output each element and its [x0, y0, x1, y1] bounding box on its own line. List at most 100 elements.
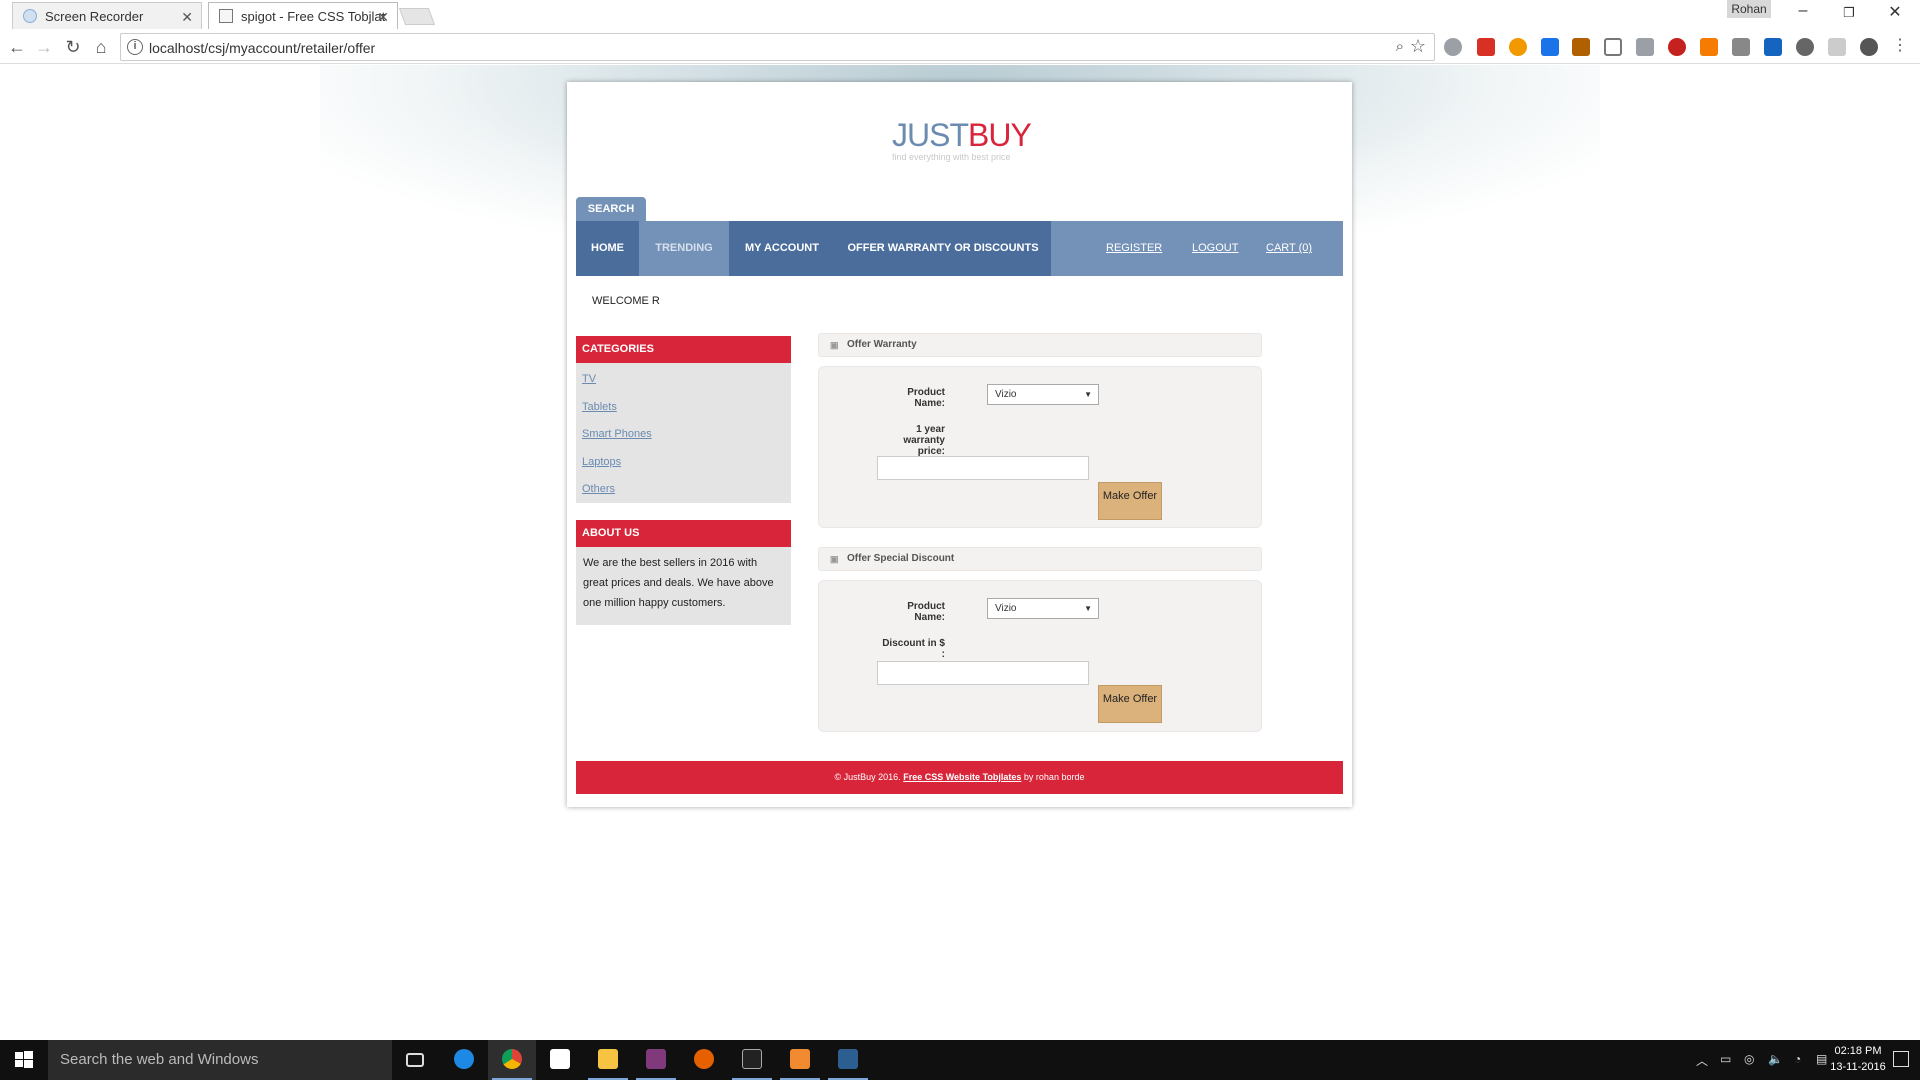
warranty-make-offer-button[interactable]: Make Offer	[1098, 482, 1162, 520]
menu-dots-icon[interactable]: ⋮	[1892, 38, 1908, 56]
cast-icon[interactable]	[1604, 38, 1622, 56]
windows-logo-icon	[15, 1051, 33, 1068]
category-tablets[interactable]: Tablets	[582, 394, 791, 422]
offer-warranty-panel: Product Name: Vizio ▼ 1 year warranty pr…	[818, 366, 1262, 528]
terminal-icon[interactable]	[728, 1040, 776, 1080]
restore-icon[interactable]: ❐	[1834, 5, 1864, 27]
category-smart-phones[interactable]: Smart Phones	[582, 421, 791, 449]
help-extension-icon[interactable]	[1860, 38, 1878, 56]
recorder-icon	[23, 9, 37, 23]
page-icon	[219, 9, 233, 23]
close-window-icon[interactable]: ✕	[1880, 2, 1910, 24]
rss-extension-icon[interactable]	[1700, 38, 1718, 56]
tab-title: spigot - Free CSS Tobjlat	[241, 8, 386, 24]
address-bar[interactable]: i localhost/csj/myaccount/retailer/offer…	[120, 33, 1435, 61]
bg-extension-icon[interactable]	[1572, 38, 1590, 56]
site-footer: © JustBuy 2016. Free CSS Website Tobjlat…	[576, 761, 1343, 794]
zoom-icon[interactable]: ⌕	[1396, 38, 1404, 55]
chrome-icon[interactable]	[488, 1040, 536, 1080]
search-tab[interactable]: SEARCH	[576, 197, 646, 221]
offer-warranty-title: Offer Warranty	[847, 339, 917, 350]
camera-extension-icon[interactable]	[1636, 38, 1654, 56]
offer-warranty-heading: ▣ Offer Warranty	[818, 333, 1262, 357]
info-icon[interactable]: i	[127, 39, 143, 55]
site-container: JUSTBUY find everything with best price …	[567, 82, 1352, 807]
discount-make-offer-button[interactable]: Make Offer	[1098, 685, 1162, 723]
discount-product-select[interactable]: Vizio ▼	[987, 598, 1099, 619]
minimize-icon[interactable]: –	[1788, 2, 1818, 24]
cart-link[interactable]: CART (0)	[1266, 221, 1312, 276]
file-explorer-icon[interactable]	[584, 1040, 632, 1080]
url-text[interactable]: localhost/csj/myaccount/retailer/offer	[149, 40, 375, 56]
site-logo[interactable]: JUSTBUY	[892, 117, 1032, 154]
close-tab-icon[interactable]: ✕	[181, 9, 193, 26]
menu-my-account[interactable]: MY ACCOUNT	[729, 221, 835, 276]
bookmark-star-icon[interactable]: ☆	[1410, 36, 1426, 57]
dropdown-arrow-icon: ▼	[1084, 604, 1092, 613]
discount-product-value: Vizio	[995, 603, 1017, 614]
menu-offer-warranty-discounts[interactable]: OFFER WARRANTY OR DISCOUNTS	[835, 221, 1051, 276]
tray-chevron-icon[interactable]: ︿	[1696, 1052, 1708, 1069]
tab-screen-recorder[interactable]: Screen Recorder ✕	[12, 2, 202, 29]
about-heading: ABOUT US	[576, 520, 791, 547]
tab-spigot[interactable]: spigot - Free CSS Tobjlat ✕	[208, 2, 398, 29]
task-view-icon[interactable]	[392, 1040, 440, 1080]
tray-keyboard-icon[interactable]: ▤	[1816, 1052, 1827, 1066]
offer-discount-panel: Product Name: Vizio ▼ Discount in $ : Ma…	[818, 580, 1262, 732]
warranty-price-label: 1 year warranty price:	[903, 424, 945, 457]
main-menu: HOME TRENDING MY ACCOUNT OFFER WARRANTY …	[576, 221, 1343, 276]
logo-just: JUST	[892, 117, 969, 153]
about-box: We are the best sellers in 2016 with gre…	[576, 547, 791, 625]
pocket-extension-icon[interactable]	[1668, 38, 1686, 56]
close-tab-icon[interactable]: ✕	[377, 9, 389, 26]
store-icon[interactable]	[536, 1040, 584, 1080]
edge-icon[interactable]	[440, 1040, 488, 1080]
register-link[interactable]: REGISTER	[1106, 221, 1162, 276]
discount-amount-input[interactable]	[877, 661, 1089, 685]
menu-trending[interactable]: TRENDING	[639, 221, 729, 276]
orange-extension-icon[interactable]	[1509, 38, 1527, 56]
visual-studio-icon[interactable]	[824, 1040, 872, 1080]
menu-home[interactable]: HOME	[576, 221, 639, 276]
tray-wifi-icon[interactable]: ◔	[1794, 1052, 1801, 1066]
reload-icon[interactable]: ↻	[62, 36, 84, 58]
red-extension-icon[interactable]	[1477, 38, 1495, 56]
welcome-text: WELCOME R	[592, 295, 660, 307]
site-tagline: find everything with best price	[892, 152, 1011, 162]
offer-discount-heading: ▣ Offer Special Discount	[818, 547, 1262, 571]
action-center-icon[interactable]	[1893, 1051, 1909, 1067]
taskbar-search[interactable]: Search the web and Windows	[48, 1040, 392, 1080]
warranty-product-select[interactable]: Vizio ▼	[987, 384, 1099, 405]
category-tv[interactable]: TV	[582, 366, 791, 394]
clock-date: 13-11-2016	[1830, 1061, 1886, 1073]
windows-taskbar: Search the web and Windows ︿ ▭ ◎ 🔈 ◔ ▤ 0…	[0, 1040, 1920, 1080]
taskbar-clock[interactable]: 02:18 PM 13-11-2016	[1828, 1043, 1888, 1075]
discount-amount-label: Discount in $ :	[882, 638, 945, 660]
globe-extension-icon[interactable]	[1796, 38, 1814, 56]
browser-tab-bar: Screen Recorder ✕ spigot - Free CSS Tobj…	[0, 0, 1920, 30]
about-text: We are the best sellers in 2016 with gre…	[583, 557, 774, 609]
blue-extension-icon[interactable]	[1541, 38, 1559, 56]
category-laptops[interactable]: Laptops	[582, 449, 791, 477]
tray-volume-icon[interactable]: 🔈	[1768, 1052, 1783, 1066]
start-button[interactable]	[0, 1040, 48, 1080]
footer-link[interactable]: Free CSS Website Tobjlates	[903, 772, 1021, 782]
back-icon[interactable]: ←	[6, 36, 28, 58]
adblock-extension-icon[interactable]	[1444, 38, 1462, 56]
grey-extension-icon[interactable]	[1732, 38, 1750, 56]
firefox-icon[interactable]	[680, 1040, 728, 1080]
tray-network-icon[interactable]: ◎	[1744, 1052, 1754, 1066]
footer-copyright: © JustBuy 2016.	[834, 772, 901, 782]
sublime-icon[interactable]	[776, 1040, 824, 1080]
download-extension-icon[interactable]	[1764, 38, 1782, 56]
tray-device-icon[interactable]: ▭	[1720, 1052, 1731, 1066]
category-others[interactable]: Others	[582, 476, 791, 504]
home-icon[interactable]: ⌂	[90, 36, 112, 58]
profile-button[interactable]: Rohan	[1727, 0, 1771, 18]
forward-icon[interactable]: →	[33, 36, 55, 58]
onenote-icon[interactable]	[632, 1040, 680, 1080]
list-extension-icon[interactable]	[1828, 38, 1846, 56]
new-tab-button[interactable]	[398, 8, 436, 25]
warranty-price-input[interactable]	[877, 456, 1089, 480]
logout-link[interactable]: LOGOUT	[1192, 221, 1238, 276]
